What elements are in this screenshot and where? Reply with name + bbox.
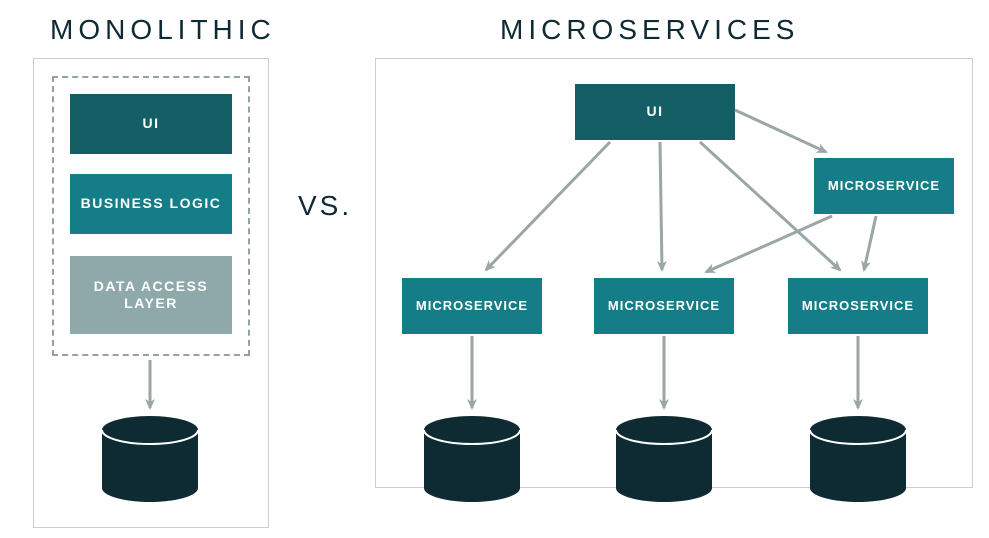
micro-m3-box: MICROSERVICE bbox=[788, 278, 928, 334]
micro-right-box: MICROSERVICE bbox=[814, 158, 954, 214]
micro-m1-box: MICROSERVICE bbox=[402, 278, 542, 334]
monolith-ui-box: UI bbox=[70, 94, 232, 154]
monolith-business-box: BUSINESS LOGIC bbox=[70, 174, 232, 234]
micro-m2-box: MICROSERVICE bbox=[594, 278, 734, 334]
monolith-data-box: DATA ACCESS LAYER bbox=[70, 256, 232, 334]
title-monolithic: MONOLITHIC bbox=[50, 14, 276, 46]
vs-label: VS. bbox=[298, 190, 352, 222]
micro-ui-box: UI bbox=[575, 84, 735, 140]
title-microservices: MICROSERVICES bbox=[500, 14, 799, 46]
